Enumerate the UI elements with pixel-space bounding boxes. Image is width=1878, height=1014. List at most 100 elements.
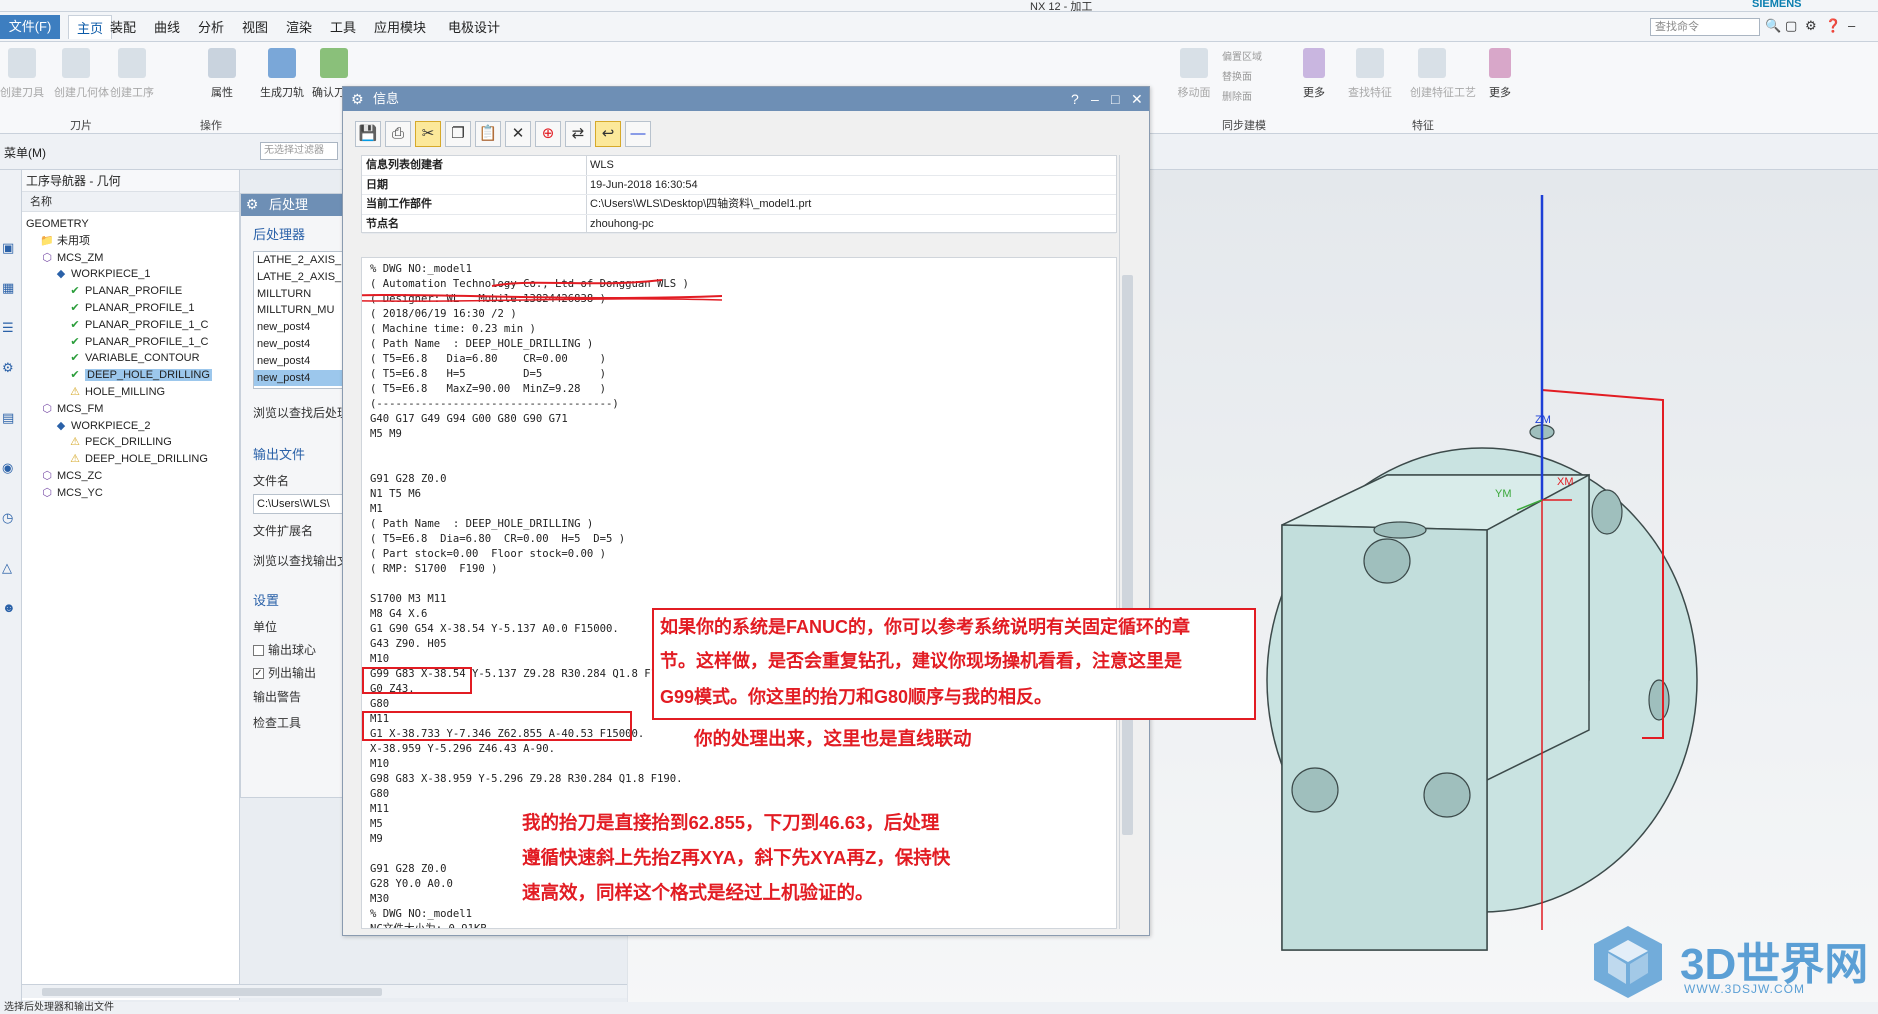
resource-bar: ▣ ▦ ☰ ⚙ ▤ ◉ ◷ △ ☻ — [0, 170, 22, 1014]
tab-render[interactable]: 渲染 — [286, 17, 312, 36]
history-icon[interactable]: ◷ — [2, 510, 18, 526]
verify-icon — [320, 48, 348, 78]
command-search-input[interactable]: 查找命令 — [1650, 18, 1760, 36]
tab-view[interactable]: 视图 — [242, 17, 268, 36]
selection-filter-dropdown[interactable]: 无选择过滤器 — [260, 142, 338, 160]
tree-row-label: GEOMETRY — [26, 218, 89, 230]
scrollbar-thumb[interactable] — [42, 988, 382, 996]
more-sync-button[interactable]: 更多 — [1292, 48, 1336, 100]
tab-analysis[interactable]: 分析 — [198, 17, 224, 36]
browse-post-button[interactable]: 浏览以查找后处理 — [253, 404, 346, 421]
move-face-button[interactable]: 移动面 — [1172, 48, 1216, 100]
settings-section[interactable]: 设置 — [253, 590, 279, 609]
cut-icon[interactable]: ✂ — [415, 121, 441, 147]
help-icon[interactable]: ❓ — [1825, 18, 1841, 34]
find-feature-button[interactable]: 查找特征 — [1348, 48, 1392, 100]
minimize-icon[interactable]: – — [1091, 87, 1099, 111]
tab-electrode-design[interactable]: 电极设计 — [448, 17, 500, 36]
gear-icon: ⚙ — [245, 196, 259, 212]
web-browser-icon[interactable]: ◉ — [2, 460, 18, 476]
create-operation-button[interactable]: 创建工序 — [110, 48, 154, 100]
nx-window: NX 12 - 加工 SIEMENS 文件(F) 主页 装配 曲线 分析 视图 … — [0, 0, 1878, 1014]
properties-button[interactable]: 属性 — [200, 48, 244, 100]
highlight-g0-z43 — [362, 667, 472, 694]
meta-divider — [586, 156, 587, 175]
collapse-icon[interactable]: — — [625, 121, 651, 147]
scrollbar-thumb[interactable] — [1122, 275, 1133, 835]
tab-tools[interactable]: 工具 — [330, 17, 356, 36]
delete-icon[interactable]: ✕ — [505, 121, 531, 147]
tree-row-label: WORKPIECE_2 — [71, 419, 151, 432]
output-ball-center-checkbox[interactable]: 输出球心 — [253, 641, 316, 658]
find-icon[interactable]: ⊕ — [535, 121, 561, 147]
unit-label: 单位 — [253, 620, 278, 634]
copy-icon[interactable]: ❐ — [445, 121, 471, 147]
main-menu-button[interactable]: 菜单(M) — [4, 144, 46, 161]
machine-tool-navigator-icon[interactable]: ⚙ — [2, 360, 18, 376]
list-item[interactable]: new_post4 — [254, 353, 346, 370]
generate-toolpath-button[interactable]: 生成刀轨 — [260, 48, 304, 100]
operation-navigator-icon[interactable]: ☰ — [2, 320, 18, 336]
more-feature-button[interactable]: 更多 — [1478, 48, 1522, 100]
help-icon[interactable]: ? — [1071, 87, 1079, 111]
information-vertical-scrollbar[interactable] — [1119, 155, 1135, 929]
check-tool-label: 检查工具 — [253, 716, 302, 730]
replace-icon[interactable]: ⇄ — [565, 121, 591, 147]
offset-region-button[interactable]: 偏置区域 — [1222, 48, 1262, 63]
more-icon — [1489, 48, 1511, 78]
create-feature-process-button[interactable]: 创建特征工艺 — [1410, 48, 1476, 100]
axis-label-ym: YM — [1495, 488, 1512, 500]
list-item[interactable]: MILLTURN — [254, 286, 346, 303]
post-processor-list[interactable]: LATHE_2_AXIS_ LATHE_2_AXIS_ MILLTURN MIL… — [253, 251, 346, 389]
search-icon[interactable]: 🔍 — [1765, 18, 1781, 34]
navigator-horizontal-scrollbar[interactable] — [22, 984, 627, 998]
window-icon[interactable]: ▢ — [1785, 18, 1797, 34]
output-file-section[interactable]: 输出文件 — [253, 444, 305, 463]
column-header-name[interactable]: 名称 — [22, 192, 239, 212]
meta-key: 信息列表创建者 — [366, 159, 443, 171]
list-item-selected[interactable]: new_post4 — [254, 369, 346, 387]
hole — [1648, 679, 1670, 721]
part-navigator-icon[interactable]: ▦ — [2, 280, 18, 296]
list-output-checkbox[interactable]: ✓ 列出输出 — [253, 664, 316, 681]
tree-row-label: DEEP_HOLE_DRILLING — [85, 453, 208, 466]
file-menu-button[interactable]: 文件(F) — [0, 15, 60, 39]
meta-divider — [586, 175, 587, 194]
more-icon — [1303, 48, 1325, 78]
replace-face-button[interactable]: 替换面 — [1222, 68, 1252, 83]
save-icon[interactable]: 💾 — [355, 121, 381, 147]
tab-assembly[interactable]: 装配 — [110, 17, 136, 36]
paste-icon[interactable]: 📋 — [475, 121, 501, 147]
tab-home[interactable]: 主页 — [68, 15, 113, 39]
checkbox-icon[interactable] — [253, 645, 264, 657]
maximize-icon[interactable]: □ — [1111, 87, 1119, 111]
gear-icon[interactable]: ⚙ — [1805, 18, 1817, 34]
assembly-navigator-icon[interactable]: ▣ — [2, 240, 18, 256]
list-item[interactable]: new_post4 — [254, 319, 346, 336]
browse-output-button[interactable]: 浏览以查找输出文 — [253, 552, 346, 569]
tab-curve[interactable]: 曲线 — [154, 17, 180, 36]
word-wrap-icon[interactable]: ↩ — [595, 121, 621, 147]
post-processor-section[interactable]: 后处理器 — [253, 224, 305, 243]
operation-icon — [118, 48, 146, 78]
hole — [1363, 538, 1411, 584]
menu-bar: 文件(F) 主页 装配 曲线 分析 视图 渲染 工具 应用模块 电极设计 查找命… — [0, 12, 1878, 42]
reuse-library-icon[interactable]: ▤ — [2, 410, 18, 426]
minimize-icon[interactable]: – — [1848, 18, 1855, 33]
list-item[interactable]: new_post4 — [254, 336, 346, 353]
print-icon[interactable]: ⎙ — [385, 121, 411, 147]
roles-icon[interactable]: ☻ — [2, 600, 18, 616]
checkbox-checked-icon[interactable]: ✓ — [253, 668, 264, 680]
list-item[interactable]: LATHE_2_AXIS_ — [254, 252, 346, 269]
create-tool-button[interactable]: 创建刀具 — [0, 48, 44, 100]
list-item[interactable]: LATHE_2_AXIS_ — [254, 269, 346, 286]
tab-applications[interactable]: 应用模块 — [374, 17, 426, 36]
list-item[interactable]: MILLTURN_MU — [254, 302, 346, 319]
create-geometry-button[interactable]: 创建几何体 — [54, 48, 109, 100]
process-studio-icon[interactable]: △ — [2, 560, 18, 576]
tree-row[interactable]: ⬡ MCS_YC — [40, 483, 103, 503]
delete-face-button[interactable]: 删除面 — [1222, 88, 1252, 103]
file-name-input[interactable]: C:\Users\WLS\ — [253, 494, 346, 514]
group-label-feature: 特征 — [1412, 120, 1434, 132]
close-icon[interactable]: ✕ — [1131, 87, 1143, 111]
